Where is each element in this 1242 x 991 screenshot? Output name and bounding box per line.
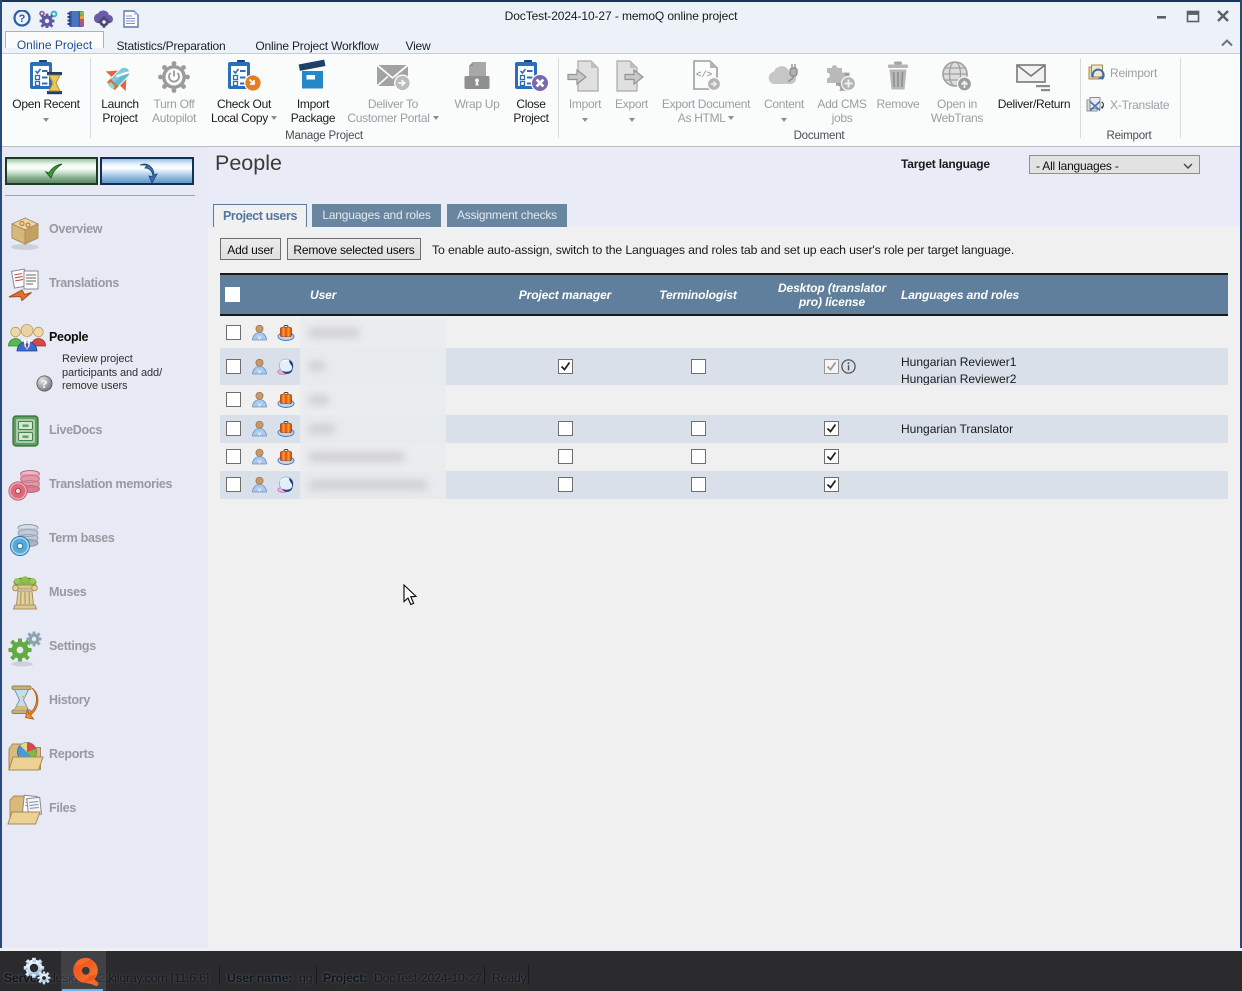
svg-text:?: ? — [42, 377, 48, 391]
svg-text:?: ? — [19, 13, 26, 25]
